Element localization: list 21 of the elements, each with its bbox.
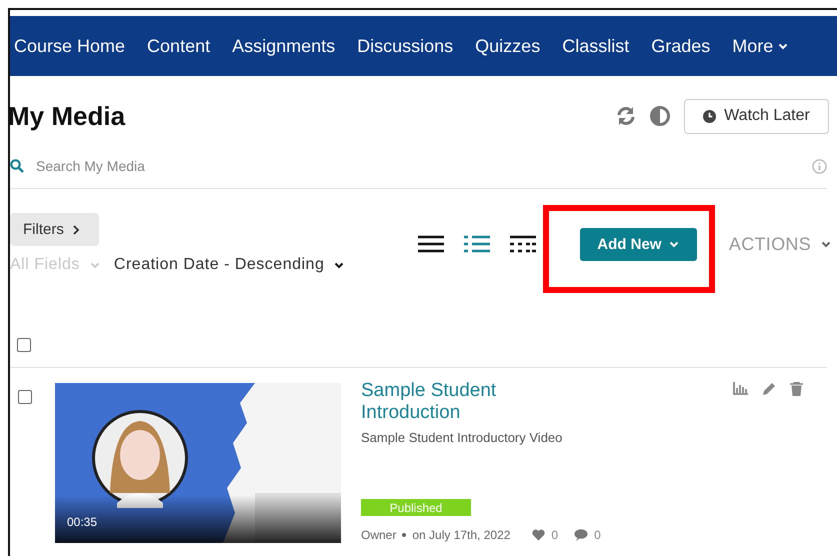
nav-link[interactable]: Assignments: [232, 36, 346, 56]
add-new-button[interactable]: Add New: [580, 228, 697, 260]
page-title: My Media: [8, 100, 126, 132]
likes-count: 0: [551, 528, 558, 542]
nav-link[interactable]: More: [732, 36, 798, 56]
filters-button[interactable]: Filters: [10, 213, 99, 246]
comments-count: 0: [594, 528, 601, 542]
duration-label: 00:35: [67, 515, 98, 529]
nav-link[interactable]: Course Home: [14, 36, 136, 56]
status-badge: Published: [361, 499, 471, 516]
nav-link[interactable]: Classlist: [562, 36, 640, 56]
date-label: on July 17th, 2022: [412, 528, 510, 542]
nav-link[interactable]: Discussions: [357, 36, 464, 56]
nav-link[interactable]: Quizzes: [475, 36, 550, 56]
nav-link[interactable]: Grades: [651, 36, 720, 56]
media-description: Sample Student Introductory Video: [361, 430, 564, 445]
media-title-link[interactable]: Sample Student Introduction: [361, 380, 561, 424]
watch-later-button[interactable]: Watch Later: [684, 98, 829, 134]
owner-label: Owner: [361, 528, 396, 542]
sort-dropdown[interactable]: Creation Date - Descending: [114, 256, 344, 274]
nav-link[interactable]: Content: [147, 36, 220, 56]
